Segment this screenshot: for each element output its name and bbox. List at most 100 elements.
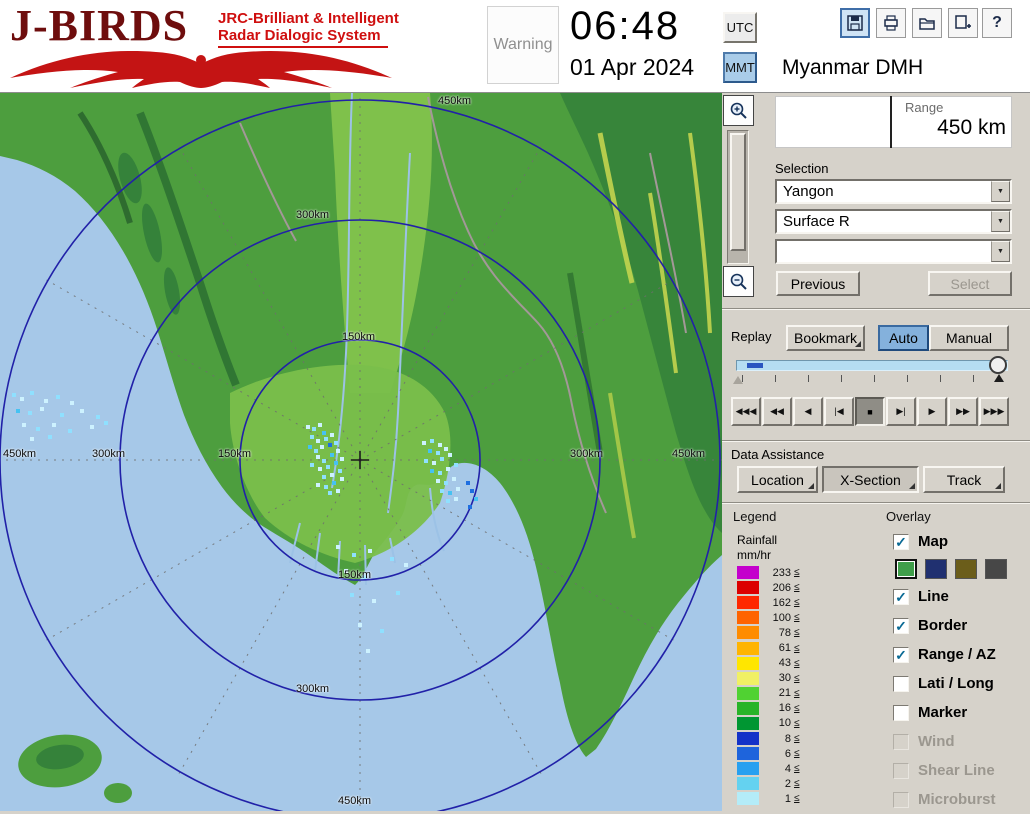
replay-timeline-track[interactable] bbox=[736, 360, 1008, 371]
chevron-down-icon[interactable]: ▼ bbox=[991, 181, 1010, 202]
overlay-label: Range / AZ bbox=[918, 646, 996, 663]
legend-value: 2 bbox=[763, 778, 791, 790]
legend-row: 43≤ bbox=[737, 656, 847, 671]
bookmark-button[interactable]: Bookmark bbox=[786, 325, 865, 351]
zoom-slider-thumb[interactable] bbox=[730, 133, 746, 251]
help-button[interactable]: ? bbox=[982, 8, 1012, 38]
legend-swatch bbox=[737, 762, 759, 775]
utc-button[interactable]: UTC bbox=[723, 12, 757, 43]
playback-seek-end-button[interactable]: ▶| bbox=[886, 397, 916, 426]
playback-seek-start-button[interactable]: |◀ bbox=[824, 397, 854, 426]
overlay-item-lati-long[interactable]: Lati / Long bbox=[893, 669, 1030, 698]
legend-swatch bbox=[737, 777, 759, 790]
site-dropdown[interactable]: Yangon ▼ bbox=[775, 179, 1012, 204]
divider bbox=[722, 308, 1030, 310]
overlay-label: Border bbox=[918, 617, 967, 634]
location-button-label: Location bbox=[751, 472, 804, 488]
legend-swatch bbox=[737, 747, 759, 760]
warning-indicator[interactable]: Warning bbox=[487, 6, 559, 84]
playback-step-back-button[interactable]: ◀ bbox=[793, 397, 823, 426]
overlay-item-marker[interactable]: Marker bbox=[893, 698, 1030, 727]
legend-lte: ≤ bbox=[794, 643, 800, 654]
playback-rewind-fast-button[interactable]: ◀◀◀ bbox=[731, 397, 761, 426]
legend-row: 21≤ bbox=[737, 686, 847, 701]
overlay-item-border[interactable]: ✓ Border bbox=[893, 611, 1030, 640]
zoom-out-button[interactable] bbox=[723, 266, 754, 297]
legend-lte: ≤ bbox=[794, 673, 800, 684]
replay-timeline-thumb[interactable] bbox=[989, 356, 1007, 374]
legend-title: Legend bbox=[733, 509, 776, 524]
map-color-swatch[interactable] bbox=[985, 559, 1007, 579]
legend-unit-line2: mm/hr bbox=[737, 548, 771, 562]
overlay-item-line[interactable]: ✓Line bbox=[893, 582, 1030, 611]
legend-lte: ≤ bbox=[794, 627, 800, 638]
manual-button[interactable]: Manual bbox=[929, 325, 1009, 351]
checkbox[interactable]: ✓ bbox=[893, 647, 909, 663]
legend-row: 100≤ bbox=[737, 610, 847, 625]
overlay-item-map[interactable]: ✓Map bbox=[893, 527, 1030, 556]
product-dropdown[interactable]: Surface R ▼ bbox=[775, 209, 1012, 234]
chevron-down-icon[interactable]: ▼ bbox=[991, 241, 1010, 262]
x-section-button[interactable]: X-Section bbox=[822, 466, 919, 493]
checkbox[interactable] bbox=[893, 705, 909, 721]
legend-value: 78 bbox=[763, 627, 791, 639]
playback-step-forward-button[interactable]: ▶ bbox=[917, 397, 947, 426]
print-button[interactable] bbox=[876, 8, 906, 38]
legend-unit-line1: Rainfall bbox=[737, 533, 777, 547]
legend-value: 206 bbox=[763, 582, 791, 594]
open-folder-button[interactable] bbox=[912, 8, 942, 38]
map-color-swatch[interactable] bbox=[895, 559, 917, 579]
checkbox[interactable]: ✓ bbox=[893, 589, 909, 605]
legend-value: 4 bbox=[763, 763, 791, 775]
location-button[interactable]: Location bbox=[737, 466, 818, 493]
legend-row: 206≤ bbox=[737, 580, 847, 595]
range-ring-label: 150km bbox=[342, 331, 375, 343]
playback-rewind-button[interactable]: ◀◀ bbox=[762, 397, 792, 426]
legend-value: 1 bbox=[763, 793, 791, 805]
map-color-swatch[interactable] bbox=[955, 559, 977, 579]
mmt-button[interactable]: MMT bbox=[723, 52, 757, 83]
overlay-title: Overlay bbox=[886, 509, 931, 524]
chevron-down-icon[interactable]: ▼ bbox=[991, 211, 1010, 232]
playback-stop-button[interactable]: ■ bbox=[855, 397, 885, 426]
auto-button[interactable]: Auto bbox=[878, 325, 929, 351]
export-image-icon bbox=[954, 14, 972, 32]
zoom-out-icon bbox=[729, 272, 749, 292]
range-ring-label: 450km bbox=[438, 95, 471, 107]
legend-swatch bbox=[737, 611, 759, 624]
zoom-slider[interactable] bbox=[727, 130, 749, 264]
playback-forward-button[interactable]: ▶▶ bbox=[948, 397, 978, 426]
legend-value: 233 bbox=[763, 567, 791, 579]
overlay-label: Wind bbox=[918, 733, 955, 750]
map-color-swatch[interactable] bbox=[925, 559, 947, 579]
checkbox[interactable]: ✓ bbox=[893, 534, 909, 550]
legend-value: 8 bbox=[763, 733, 791, 745]
overlay-item-range-az[interactable]: ✓ Range / AZ bbox=[893, 640, 1030, 669]
checkbox[interactable]: ✓ bbox=[893, 618, 909, 634]
save-button[interactable] bbox=[840, 8, 870, 38]
export-image-button[interactable] bbox=[948, 8, 978, 38]
radar-map[interactable]: 450km300km150km150km300km450km300km450km… bbox=[0, 93, 722, 811]
legend-swatch bbox=[737, 672, 759, 685]
extra-dropdown[interactable]: ▼ bbox=[775, 239, 1012, 264]
app-logo-subtitle: JRC-Brilliant & Intelligent Radar Dialog… bbox=[218, 10, 399, 44]
x-section-button-label: X-Section bbox=[840, 472, 901, 488]
select-button[interactable]: Select bbox=[928, 271, 1012, 296]
track-button-label: Track bbox=[947, 472, 981, 488]
overlay-item-microburst: Microburst bbox=[893, 785, 1030, 814]
playback-forward-fast-button[interactable]: ▶▶▶ bbox=[979, 397, 1009, 426]
range-ring-label: 300km bbox=[296, 683, 329, 695]
previous-button[interactable]: Previous bbox=[776, 271, 860, 296]
legend-swatch bbox=[737, 792, 759, 805]
legend-value: 10 bbox=[763, 717, 791, 729]
legend-row: 61≤ bbox=[737, 640, 847, 655]
legend-lte: ≤ bbox=[794, 748, 800, 759]
legend-swatch bbox=[737, 657, 759, 670]
zoom-in-button[interactable] bbox=[723, 95, 754, 126]
checkbox[interactable] bbox=[893, 676, 909, 692]
legend-value: 162 bbox=[763, 597, 791, 609]
range-ring-label: 150km bbox=[218, 448, 251, 460]
track-button[interactable]: Track bbox=[923, 466, 1005, 493]
eagle-logo-icon bbox=[6, 42, 396, 88]
select-button-label: Select bbox=[951, 276, 990, 292]
